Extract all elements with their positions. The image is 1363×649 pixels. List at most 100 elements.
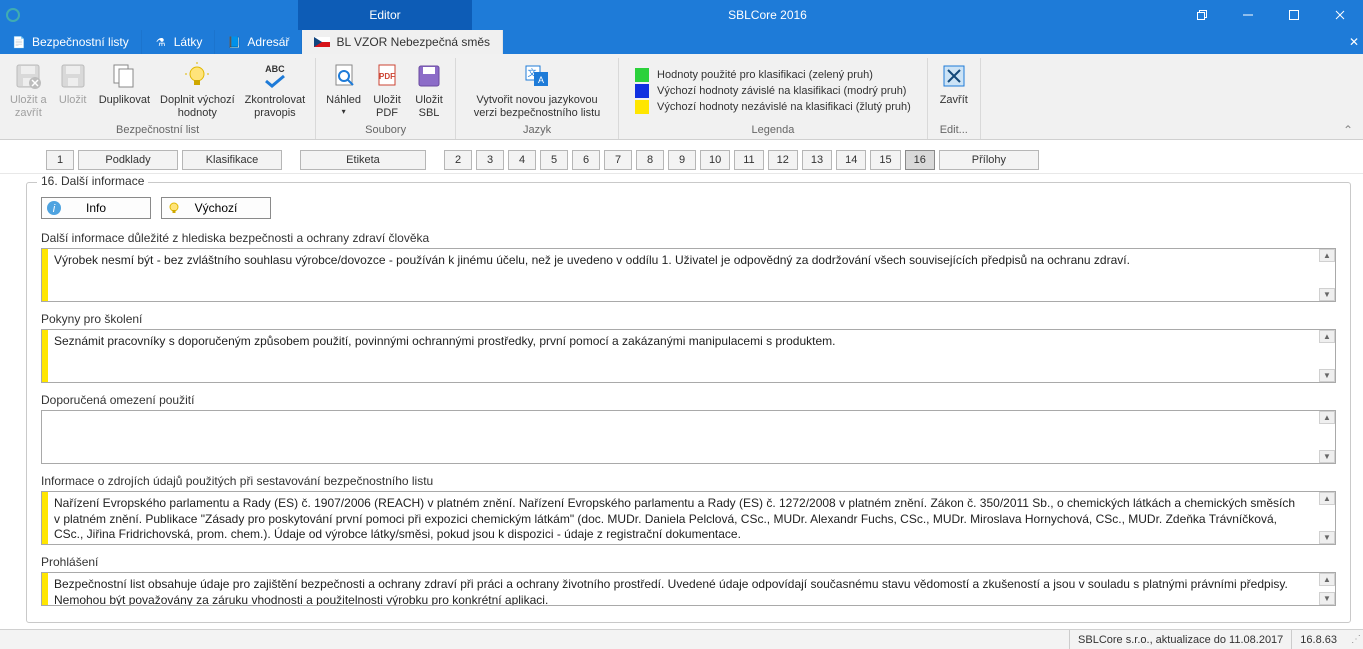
scrollbar[interactable]: ▲▼ <box>1319 411 1335 463</box>
group-label: Legenda <box>625 123 921 139</box>
section-nav-button[interactable]: 12 <box>768 150 798 170</box>
section-nav-button[interactable]: 2 <box>444 150 472 170</box>
save-pdf-button[interactable]: PDF UložitPDF <box>367 58 407 122</box>
window-minimize-button[interactable] <box>1225 0 1271 30</box>
tab-safety-sheets[interactable]: 📄 Bezpečnostní listy <box>0 30 142 54</box>
textarea-wrapper: ▲▼ <box>41 572 1336 606</box>
scroll-up-icon[interactable]: ▲ <box>1319 573 1335 586</box>
section-nav-button[interactable]: 5 <box>540 150 568 170</box>
create-language-version-button[interactable]: 文A Vytvořit novou jazykovouverzi bezpečn… <box>462 58 612 122</box>
title-bar: Editor SBLCore 2016 <box>0 0 1363 30</box>
lightbulb-icon <box>181 60 213 92</box>
info-icon: i <box>46 200 62 216</box>
save-sbl-button[interactable]: UložitSBL <box>409 58 449 122</box>
field-block: Informace o zdrojích údajů použitých při… <box>41 474 1336 545</box>
btn-text: pravopis <box>254 107 296 120</box>
field-textarea[interactable] <box>48 573 1319 605</box>
save-button[interactable]: Uložit <box>53 58 93 122</box>
legend-text: Výchozí hodnoty závislé na klasifikaci (… <box>657 85 906 97</box>
app-logo <box>0 0 298 30</box>
scroll-down-icon[interactable]: ▼ <box>1319 288 1335 301</box>
textarea-wrapper: ▲▼ <box>41 491 1336 545</box>
btn-text: Vytvořit novou jazykovou <box>476 94 597 107</box>
scrollbar[interactable]: ▲▼ <box>1319 330 1335 382</box>
section-nav-button[interactable]: 3 <box>476 150 504 170</box>
section-nav-button[interactable]: Podklady <box>78 150 178 170</box>
spellcheck-button[interactable]: ABC Zkontrolovatpravopis <box>241 58 310 122</box>
svg-text:PDF: PDF <box>379 72 395 81</box>
section-nav-button[interactable]: 4 <box>508 150 536 170</box>
tab-label: BL VZOR Nebezpečná směs <box>336 35 490 49</box>
btn-text: Náhled <box>326 94 361 107</box>
window-maximize-button[interactable] <box>1271 0 1317 30</box>
field-textarea[interactable] <box>48 330 1319 382</box>
section-nav-button[interactable]: 16 <box>905 150 935 170</box>
scroll-up-icon[interactable]: ▲ <box>1319 330 1335 343</box>
section-nav-button[interactable]: 10 <box>700 150 730 170</box>
tab-addressbook[interactable]: 📘 Adresář <box>215 30 302 54</box>
ribbon-group-legend: Hodnoty použité pro klasifikaci (zelený … <box>619 58 928 139</box>
window-close-button[interactable] <box>1317 0 1363 30</box>
btn-label: Výchozí <box>195 201 238 215</box>
section-nav-button[interactable]: 7 <box>604 150 632 170</box>
tab-substances[interactable]: ⚗ Látky <box>142 30 216 54</box>
ribbon-collapse-button[interactable]: ⌃ <box>1343 123 1357 137</box>
field-block: Pokyny pro školení▲▼ <box>41 312 1336 383</box>
section-nav-button[interactable]: 11 <box>734 150 763 170</box>
spellcheck-icon: ABC <box>259 60 291 92</box>
btn-text: Zavřít <box>940 94 968 107</box>
section-nav-button[interactable]: 14 <box>836 150 866 170</box>
info-button[interactable]: i Info <box>41 197 151 219</box>
section-nav-button[interactable]: 8 <box>636 150 664 170</box>
save-and-close-button[interactable]: Uložit azavřít <box>6 58 51 122</box>
section-nav-button[interactable]: Etiketa <box>300 150 426 170</box>
flask-icon: ⚗ <box>154 35 168 49</box>
legend-row: Hodnoty použité pro klasifikaci (zelený … <box>635 68 911 82</box>
window-restore-down-extra-icon[interactable] <box>1179 0 1225 30</box>
section-nav: 1PodkladyKlasifikaceEtiketa2345678910111… <box>0 146 1363 174</box>
title-editor-tab[interactable]: Editor <box>298 0 472 30</box>
section-nav-button[interactable]: 6 <box>572 150 600 170</box>
section-heading: 16. Další informace <box>37 174 148 188</box>
section-nav-button[interactable]: 15 <box>870 150 900 170</box>
tab-document-active[interactable]: BL VZOR Nebezpečná směs <box>302 30 503 54</box>
field-textarea[interactable] <box>48 249 1319 301</box>
scrollbar[interactable]: ▲▼ <box>1319 249 1335 301</box>
flag-cz-icon <box>314 37 330 47</box>
scrollbar[interactable]: ▲▼ <box>1319 573 1335 605</box>
btn-text: Doplnit výchozí <box>160 94 235 107</box>
default-button[interactable]: Výchozí <box>161 197 271 219</box>
scroll-down-icon[interactable]: ▼ <box>1319 592 1335 605</box>
save-close-icon <box>12 60 44 92</box>
preview-button[interactable]: Náhled▾ <box>322 58 365 122</box>
tab-label: Bezpečnostní listy <box>32 35 129 49</box>
section-nav-button[interactable]: Klasifikace <box>182 150 282 170</box>
save-icon <box>57 60 89 92</box>
tab-close-button[interactable]: ✕ <box>1345 30 1363 54</box>
translate-icon: 文A <box>521 60 553 92</box>
duplicate-button[interactable]: Duplikovat <box>95 58 154 122</box>
close-editor-button[interactable]: Zavřít <box>934 58 974 122</box>
textarea-wrapper: ▲▼ <box>41 410 1336 464</box>
section-nav-button[interactable]: 1 <box>46 150 74 170</box>
ribbon-group-safety-sheet: Uložit azavřít Uložit Duplikovat Doplnit… <box>0 58 316 139</box>
section-nav-button[interactable]: 9 <box>668 150 696 170</box>
preview-icon <box>328 60 360 92</box>
scroll-down-icon[interactable]: ▼ <box>1319 450 1335 463</box>
field-textarea[interactable] <box>48 492 1319 544</box>
btn-label: Info <box>86 201 106 215</box>
scroll-up-icon[interactable]: ▲ <box>1319 249 1335 262</box>
resize-grip-icon[interactable]: ⋰ <box>1345 634 1359 645</box>
section-nav-button[interactable]: 13 <box>802 150 832 170</box>
btn-text: verzi bezpečnostního listu <box>474 107 601 120</box>
fill-defaults-button[interactable]: Doplnit výchozíhodnoty <box>156 58 239 122</box>
field-textarea[interactable] <box>48 411 1319 463</box>
scroll-down-icon[interactable]: ▼ <box>1319 369 1335 382</box>
scroll-up-icon[interactable]: ▲ <box>1319 492 1335 505</box>
section-nav-button[interactable]: Přílohy <box>939 150 1039 170</box>
textarea-wrapper: ▲▼ <box>41 248 1336 302</box>
scroll-up-icon[interactable]: ▲ <box>1319 411 1335 424</box>
scroll-down-icon[interactable]: ▼ <box>1319 531 1335 544</box>
scrollbar[interactable]: ▲▼ <box>1319 492 1335 544</box>
sbl-icon <box>413 60 445 92</box>
